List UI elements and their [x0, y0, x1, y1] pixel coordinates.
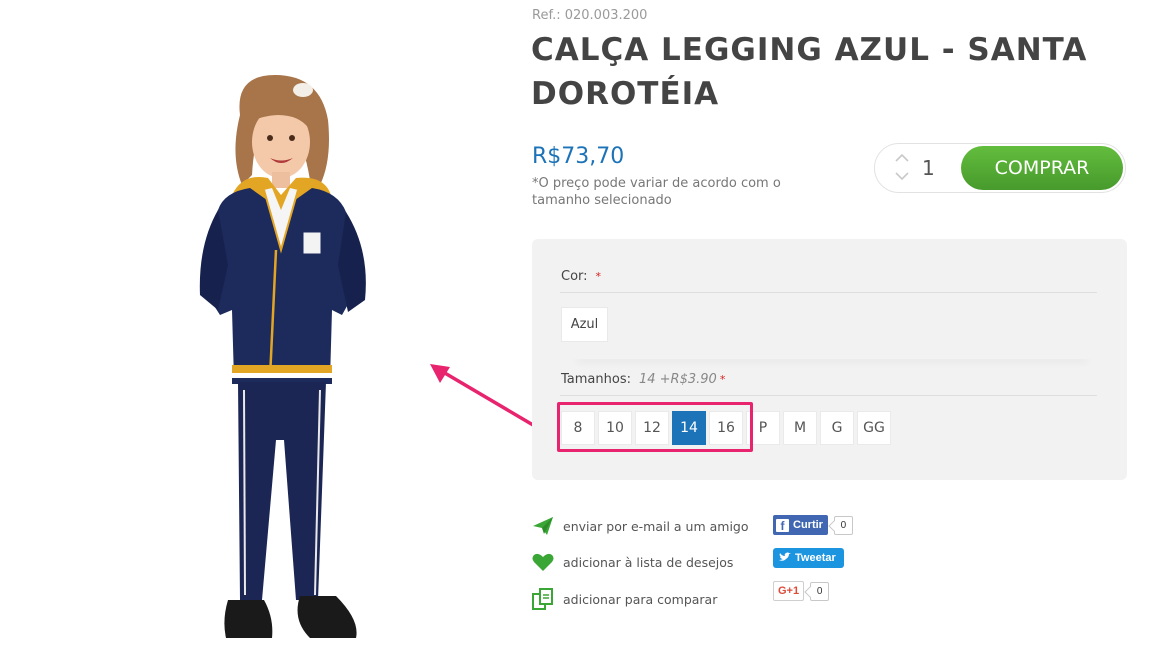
- email-friend-link[interactable]: enviar por e-mail a um amigo: [531, 514, 749, 538]
- price-note: *O preço pode variar de acordo com o tam…: [532, 176, 781, 208]
- selected-size-hint: 14 +R$3.90: [638, 372, 717, 387]
- google-plus-count: 0: [810, 581, 830, 601]
- paper-plane-icon: [531, 514, 555, 538]
- google-plus-share: G+1 0: [773, 581, 830, 601]
- tweet-label: Tweetar: [795, 552, 836, 564]
- size-option-label: Tamanhos: 14 +R$3.90 *: [561, 372, 725, 387]
- facebook-like-label: Curtir: [793, 519, 823, 531]
- divider: [560, 292, 1097, 293]
- buy-box: 1 COMPRAR: [874, 143, 1126, 193]
- product-price: R$73,70: [532, 144, 625, 169]
- heart-icon: [531, 550, 555, 574]
- divider: [560, 395, 1097, 396]
- facebook-icon: f: [776, 518, 789, 533]
- size-option-gg[interactable]: GG: [857, 411, 891, 445]
- facebook-like-button[interactable]: f Curtir: [773, 515, 828, 535]
- size-option-g[interactable]: G: [820, 411, 854, 445]
- annotation-highlight-box: [557, 402, 753, 452]
- color-option-label: Cor: *: [561, 269, 601, 284]
- google-plus-button[interactable]: G+1: [773, 581, 805, 601]
- child-in-uniform-illustration: [199, 75, 366, 638]
- wishlist-label: adicionar à lista de desejos: [563, 554, 734, 570]
- size-option-m[interactable]: M: [783, 411, 817, 445]
- compare-icon: [531, 587, 555, 611]
- quantity-stepper[interactable]: [893, 150, 911, 188]
- color-label: Cor:: [561, 269, 588, 284]
- quantity-input[interactable]: 1: [922, 156, 935, 180]
- tweet-button[interactable]: Tweetar: [773, 548, 844, 568]
- facebook-like: f Curtir 0: [773, 515, 853, 535]
- divider-shadow: [572, 349, 1092, 359]
- color-swatch-azul[interactable]: Azul: [561, 307, 608, 342]
- compare-link[interactable]: adicionar para comparar: [531, 587, 717, 611]
- twitter-bird-icon: [779, 552, 791, 565]
- email-friend-label: enviar por e-mail a um amigo: [563, 518, 749, 534]
- facebook-like-count: 0: [833, 515, 853, 535]
- sizes-label: Tamanhos:: [561, 372, 631, 387]
- wishlist-link[interactable]: adicionar à lista de desejos: [531, 550, 733, 574]
- sizes-required-star: *: [719, 373, 726, 386]
- product-title: CALÇA LEGGING AZUL - SANTA DOROTÉIA: [531, 32, 1088, 112]
- buy-button[interactable]: COMPRAR: [961, 146, 1123, 190]
- compare-label: adicionar para comparar: [563, 591, 718, 607]
- product-ref: Ref.: 020.003.200: [532, 8, 648, 23]
- product-image[interactable]: [160, 60, 420, 660]
- twitter-share: Tweetar: [773, 548, 844, 568]
- chevron-down-icon[interactable]: [893, 168, 911, 186]
- color-required-star: *: [595, 270, 602, 283]
- chevron-up-icon[interactable]: [893, 150, 911, 168]
